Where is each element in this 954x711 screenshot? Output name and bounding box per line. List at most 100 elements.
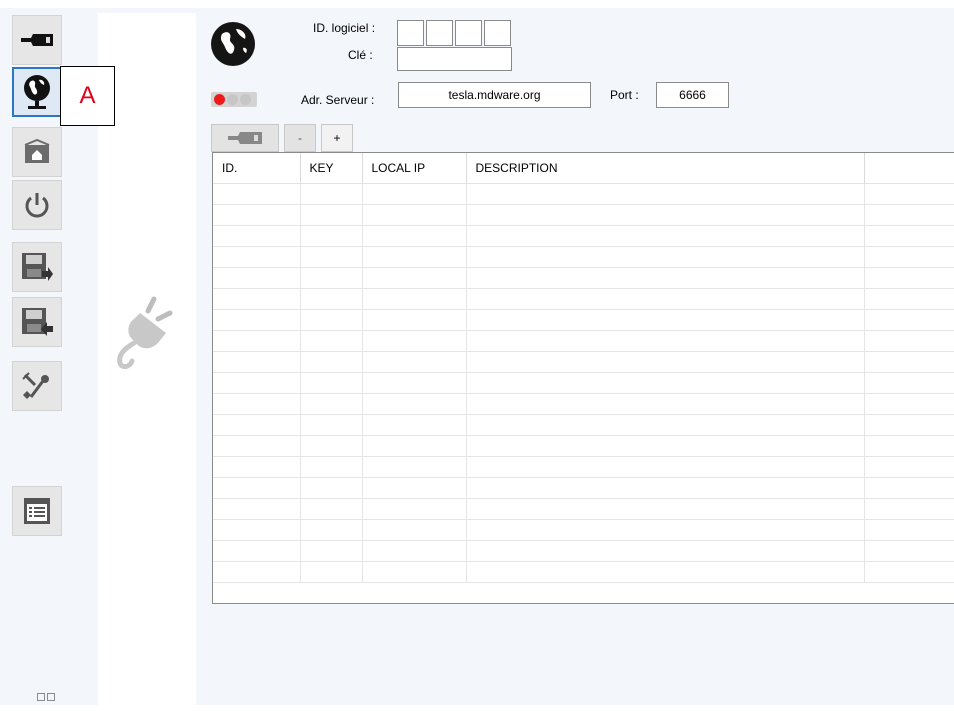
table-cell — [213, 183, 301, 205]
table-cell — [300, 414, 363, 436]
plug-usb-icon — [228, 132, 262, 144]
table-cell — [213, 519, 301, 541]
table-cell — [362, 498, 467, 520]
remove-button[interactable]: - — [284, 124, 316, 152]
table-cell — [362, 561, 467, 583]
table-cell — [466, 351, 865, 373]
table-row[interactable] — [213, 372, 954, 394]
table-cell — [300, 435, 363, 457]
list-window-icon — [24, 498, 50, 524]
id-field-1[interactable] — [397, 20, 424, 46]
table-cell — [300, 204, 363, 226]
table-row[interactable] — [213, 225, 954, 247]
table-row[interactable] — [213, 330, 954, 352]
server-address-input[interactable]: tesla.mdware.org — [398, 82, 591, 108]
id-logiciel-label: ID. logiciel : — [313, 21, 376, 35]
table-row[interactable] — [213, 540, 954, 562]
table-cell — [300, 561, 363, 583]
list-button[interactable] — [12, 486, 62, 536]
column-header-key[interactable]: KEY — [300, 153, 363, 184]
table-cell — [213, 414, 301, 436]
table-cell — [466, 267, 865, 289]
table-row[interactable] — [213, 267, 954, 289]
port-label: Port : — [610, 88, 639, 102]
add-button[interactable]: + — [321, 124, 353, 152]
table-row[interactable] — [213, 435, 954, 457]
table-cell — [466, 309, 865, 331]
table-row[interactable] — [213, 309, 954, 331]
table-row[interactable] — [213, 246, 954, 268]
table-cell — [864, 246, 954, 268]
remote-button[interactable] — [12, 67, 62, 117]
table-cell — [466, 225, 865, 247]
tools-button[interactable] — [12, 361, 62, 411]
globe-logo-icon — [211, 22, 255, 66]
table-cell — [466, 183, 865, 205]
table-row[interactable] — [213, 498, 954, 520]
table-cell — [466, 246, 865, 268]
column-header-extra[interactable] — [864, 153, 954, 184]
table-cell — [300, 540, 363, 562]
table-cell — [466, 519, 865, 541]
table-cell — [213, 498, 301, 520]
table-cell — [362, 477, 467, 499]
connect-device-button[interactable] — [211, 124, 279, 152]
table-cell — [213, 561, 301, 583]
table-cell — [362, 372, 467, 394]
connect-button[interactable] — [12, 15, 62, 65]
id-field-2[interactable] — [426, 20, 453, 46]
table-cell — [864, 204, 954, 226]
key-input[interactable] — [397, 47, 512, 71]
table-cell — [466, 414, 865, 436]
port-input[interactable]: 6666 — [656, 82, 729, 108]
table-cell — [213, 267, 301, 289]
table-cell — [466, 498, 865, 520]
table-cell — [300, 309, 363, 331]
id-field-4[interactable] — [484, 20, 511, 46]
table-row[interactable] — [213, 351, 954, 373]
table-cell — [864, 435, 954, 457]
app-window: A ID. logiciel : Clé : Adr. Serveur : te… — [0, 8, 954, 705]
id-field-3[interactable] — [455, 20, 482, 46]
power-button[interactable] — [12, 180, 62, 230]
status-squares — [37, 693, 55, 701]
clients-table[interactable]: ID. KEY LOCAL IP DESCRIPTION — [212, 152, 954, 604]
cle-label: Clé : — [348, 48, 373, 62]
unplugged-icon — [117, 296, 173, 370]
table-row[interactable] — [213, 477, 954, 499]
column-header-id[interactable]: ID. — [213, 153, 301, 184]
table-cell — [466, 204, 865, 226]
table-row[interactable] — [213, 414, 954, 436]
column-header-local-ip[interactable]: LOCAL IP — [362, 153, 467, 184]
table-cell — [300, 456, 363, 478]
table-row[interactable] — [213, 204, 954, 226]
table-header-row: ID. KEY LOCAL IP DESCRIPTION — [213, 153, 954, 184]
table-row[interactable] — [213, 393, 954, 415]
table-cell — [864, 456, 954, 478]
table-row[interactable] — [213, 183, 954, 205]
table-cell — [362, 414, 467, 436]
table-cell — [300, 225, 363, 247]
table-cell — [362, 435, 467, 457]
table-cell — [362, 456, 467, 478]
table-cell — [362, 351, 467, 373]
table-cell — [864, 561, 954, 583]
table-cell — [213, 435, 301, 457]
table-cell — [362, 225, 467, 247]
globe-monitor-icon — [24, 75, 50, 109]
table-row[interactable] — [213, 288, 954, 310]
table-row[interactable] — [213, 561, 954, 583]
table-cell — [213, 246, 301, 268]
table-row[interactable] — [213, 519, 954, 541]
table-cell — [362, 183, 467, 205]
table-cell — [864, 183, 954, 205]
column-header-description[interactable]: DESCRIPTION — [466, 153, 865, 184]
table-cell — [300, 477, 363, 499]
table-cell — [362, 204, 467, 226]
table-cell — [362, 246, 467, 268]
table-row[interactable] — [213, 456, 954, 478]
save-import-button[interactable] — [12, 297, 62, 347]
table-cell — [213, 225, 301, 247]
home-button[interactable] — [12, 127, 62, 177]
save-export-button[interactable] — [12, 242, 62, 292]
